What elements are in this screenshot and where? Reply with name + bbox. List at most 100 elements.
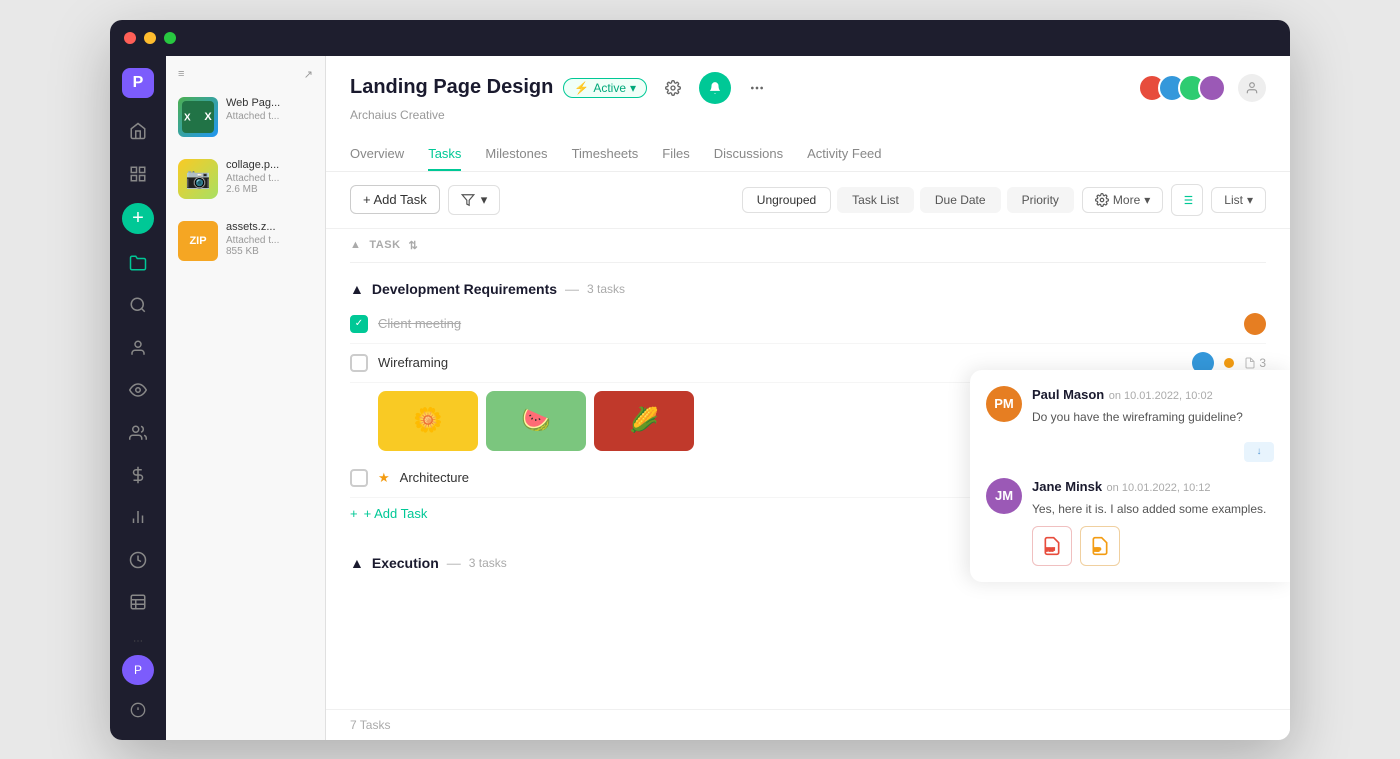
sidebar-item-chart[interactable] <box>120 500 156 534</box>
add-member-button[interactable] <box>1238 74 1266 102</box>
team-avatars <box>1138 74 1226 102</box>
file-icon-zip: ZIP <box>178 221 218 261</box>
add-task-button[interactable]: + Add Task <box>350 185 440 214</box>
team-avatar-4 <box>1198 74 1226 102</box>
filter-duedate[interactable]: Due Date <box>920 187 1001 213</box>
section-title: Execution <box>372 555 439 571</box>
file-info: assets.z... Attached t... 855 KB <box>226 221 313 257</box>
comment-item: JM Jane Minsk on 10.01.2022, 10:12 Yes, … <box>986 478 1274 566</box>
sidebar-item-search[interactable] <box>120 288 156 322</box>
tab-overview[interactable]: Overview <box>350 138 404 171</box>
comment-body: Jane Minsk on 10.01.2022, 10:12 Yes, her… <box>1032 478 1266 566</box>
project-title: Landing Page Design <box>350 76 553 99</box>
list-view-icon-button[interactable] <box>1171 184 1203 216</box>
sidebar-item-dollar[interactable] <box>120 458 156 492</box>
file-count: 3 <box>1259 356 1266 370</box>
sort-icon[interactable]: ⇅ <box>409 239 419 252</box>
sidebar-item-folder[interactable] <box>120 246 156 280</box>
notification-bell[interactable] <box>699 72 731 104</box>
nav-tabs: Overview Tasks Milestones Timesheets Fil… <box>350 134 1266 171</box>
sidebar-item-table[interactable] <box>120 585 156 619</box>
comment-body: Paul Mason on 10.01.2022, 10:02 Do you h… <box>1032 386 1243 426</box>
sidebar-item-profile[interactable] <box>120 330 156 364</box>
project-title-left: Landing Page Design ⚡ Active ▾ <box>350 72 773 104</box>
attachment-pdf[interactable]: PDF <box>1032 526 1072 566</box>
task-thumbnail-1: 🌼 <box>378 391 478 451</box>
view-label: List <box>1224 193 1243 207</box>
priority-icon: ★ <box>378 470 390 486</box>
file-panel-header: ≡ ↗ <box>174 68 317 81</box>
sidebar-item-team[interactable] <box>120 415 156 449</box>
info-icon[interactable] <box>120 693 156 727</box>
file-info: Web Pag... Attached t... <box>226 97 313 122</box>
tab-timesheets[interactable]: Timesheets <box>572 138 639 171</box>
file-panel: ≡ ↗ X X Web Pag... Attached t... <box>166 56 326 740</box>
section-collapse-icon[interactable]: ▲ <box>350 281 364 297</box>
section-header-dev: ▲ Development Requirements — 3 tasks <box>350 271 1266 305</box>
task-checkbox[interactable] <box>350 354 368 372</box>
file-name: Web Pag... <box>226 97 313 109</box>
filter-button[interactable]: ▾ <box>448 185 501 215</box>
close-dot[interactable] <box>124 32 136 44</box>
view-dropdown[interactable]: List ▾ <box>1211 187 1266 213</box>
file-icon-xlsx: X X <box>178 97 218 137</box>
tab-activity[interactable]: Activity Feed <box>807 138 881 171</box>
more-label: More <box>1113 193 1140 207</box>
svg-text:PDF: PDF <box>1046 547 1055 552</box>
file-item[interactable]: X X Web Pag... Attached t... <box>174 91 317 143</box>
minimize-dot[interactable] <box>144 32 156 44</box>
status-badge[interactable]: ⚡ Active ▾ <box>563 78 647 98</box>
comment-time: on 10.01.2022, 10:02 <box>1109 390 1213 402</box>
filter-dropdown-icon: ▾ <box>481 192 488 208</box>
file-info: collage.p... Attached t... 2.6 MB <box>226 159 313 195</box>
sidebar-item-clock[interactable] <box>120 543 156 577</box>
view-chevron-icon: ▾ <box>1247 193 1253 207</box>
comment-avatar: PM <box>986 386 1022 422</box>
settings-button[interactable] <box>657 72 689 104</box>
task-assignee-avatar <box>1244 313 1266 335</box>
section-count: 3 tasks <box>469 556 507 570</box>
section-count: 3 tasks <box>587 282 625 296</box>
sidebar-item-home[interactable] <box>120 114 156 148</box>
file-item[interactable]: ZIP assets.z... Attached t... 855 KB <box>174 215 317 267</box>
project-header: Landing Page Design ⚡ Active ▾ <box>326 56 1290 172</box>
user-avatar[interactable]: P <box>122 655 154 686</box>
more-button[interactable]: More ▾ <box>1082 187 1163 213</box>
panel-collapse[interactable]: ↗ <box>304 68 313 81</box>
file-meta: Attached t... <box>226 235 313 246</box>
svg-text:ZIP: ZIP <box>1094 547 1101 552</box>
section-title: Development Requirements <box>372 281 557 297</box>
task-thumbnail-2: 🍉 <box>486 391 586 451</box>
tab-files[interactable]: Files <box>662 138 689 171</box>
file-thumb: 📷 <box>178 159 218 199</box>
filter-priority[interactable]: Priority <box>1007 187 1074 213</box>
filter-ungrouped[interactable]: Ungrouped <box>742 187 831 213</box>
table-row: ✓ Client meeting <box>350 305 1266 344</box>
status-label: Active <box>593 81 626 95</box>
comment-panel: PM Paul Mason on 10.01.2022, 10:02 Do yo… <box>970 370 1290 582</box>
file-item[interactable]: 📷 collage.p... Attached t... 2.6 MB <box>174 153 317 205</box>
tab-milestones[interactable]: Milestones <box>485 138 547 171</box>
task-checkbox-done[interactable]: ✓ <box>350 315 368 333</box>
section-divider: — <box>447 555 461 571</box>
collapse-icon[interactable]: ▲ <box>350 239 361 251</box>
sidebar-collapse[interactable]: ⋯ <box>133 636 143 647</box>
project-subtitle: Archaius Creative <box>350 108 1266 122</box>
tab-discussions[interactable]: Discussions <box>714 138 783 171</box>
attachment-zip[interactable]: ZIP <box>1080 526 1120 566</box>
tab-tasks[interactable]: Tasks <box>428 138 461 171</box>
task-name: Client meeting <box>378 316 1234 331</box>
task-checkbox[interactable] <box>350 469 368 487</box>
add-task-plus-icon: + <box>350 506 358 521</box>
add-button[interactable]: + <box>122 203 154 234</box>
comment-item: PM Paul Mason on 10.01.2022, 10:02 Do yo… <box>986 386 1274 426</box>
sidebar-item-grid[interactable] <box>120 157 156 191</box>
section-collapse-icon[interactable]: ▲ <box>350 555 364 571</box>
comment-header: Paul Mason on 10.01.2022, 10:02 <box>1032 386 1243 404</box>
task-header-bar: ▲ TASK ⇅ <box>350 229 1266 263</box>
sidebar-item-eye[interactable] <box>120 373 156 407</box>
maximize-dot[interactable] <box>164 32 176 44</box>
header-actions <box>1138 74 1266 102</box>
more-button[interactable] <box>741 72 773 104</box>
filter-tasklist[interactable]: Task List <box>837 187 914 213</box>
